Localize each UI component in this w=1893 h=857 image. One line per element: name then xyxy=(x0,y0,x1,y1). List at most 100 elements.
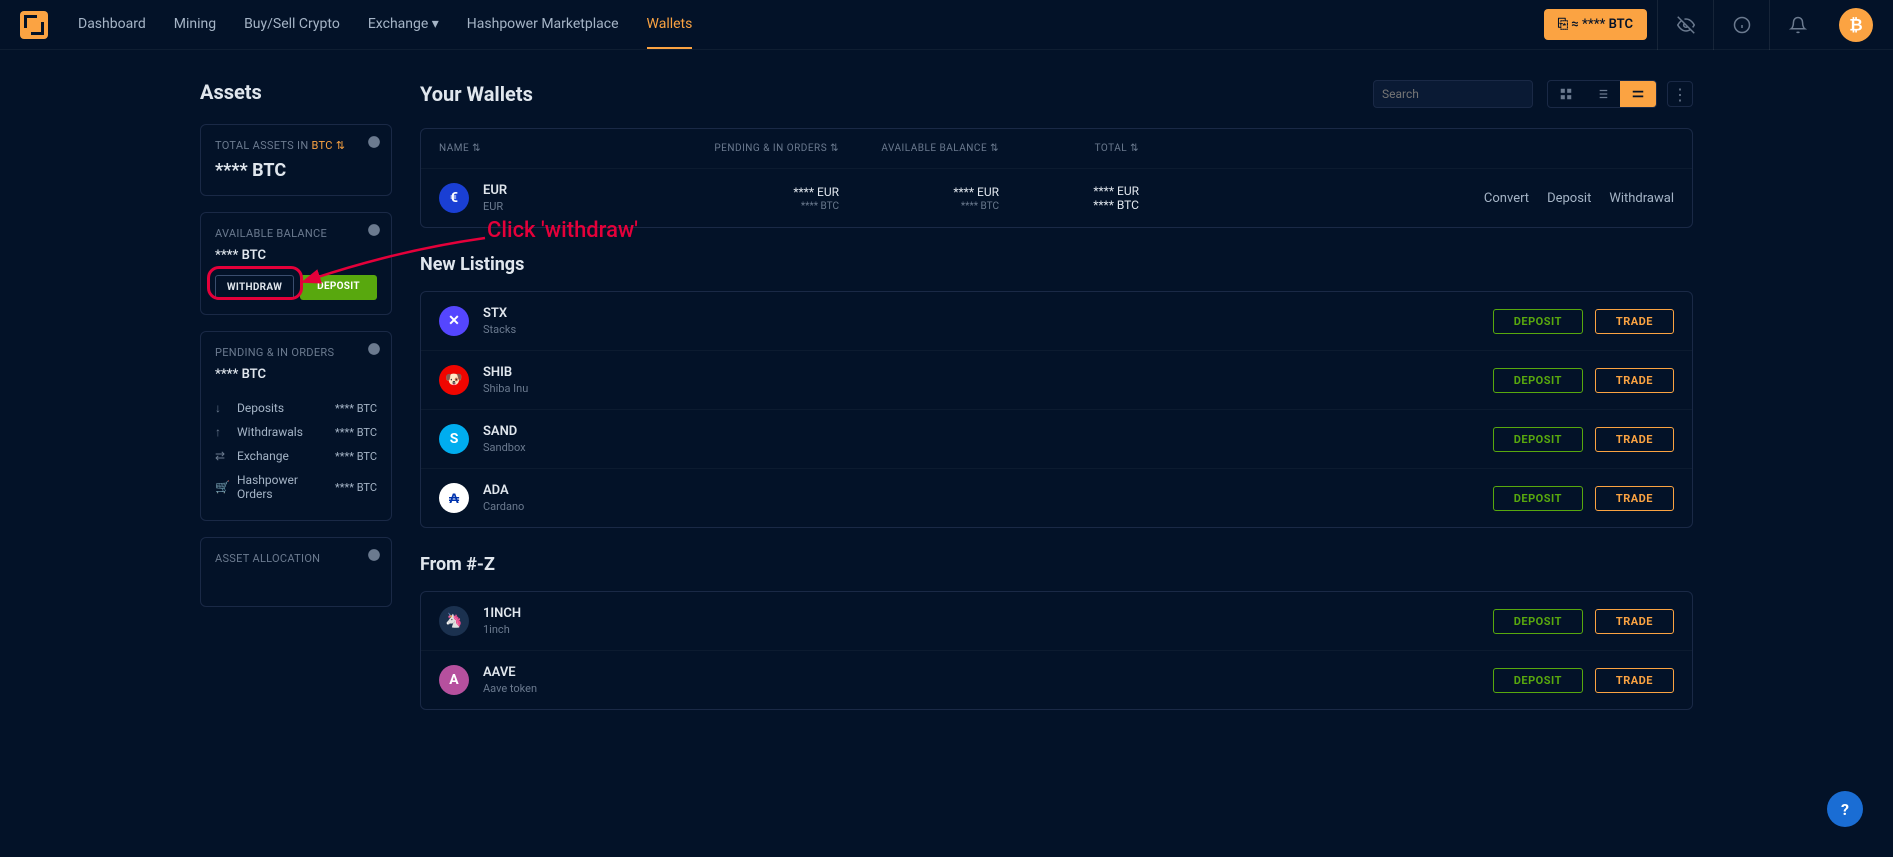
row-label: Withdrawals xyxy=(237,425,335,439)
info-icon[interactable] xyxy=(1713,0,1769,50)
more-menu-button[interactable]: ⋮ xyxy=(1667,81,1693,107)
pending-row: 🛒 Hashpower Orders**** BTC xyxy=(215,468,377,506)
allocation-label: ASSET ALLOCATION xyxy=(215,552,377,565)
row-label: Hashpower Orders xyxy=(237,473,335,501)
row-icon: ⇄ xyxy=(215,449,229,463)
coin-name: Stacks xyxy=(483,323,516,336)
col-name[interactable]: NAME ⇅ xyxy=(439,143,679,154)
action-withdrawal[interactable]: Withdrawal xyxy=(1609,191,1674,206)
row-icon: ↑ xyxy=(215,425,229,439)
btc-balance-button[interactable]: ⎘ ≈ **** BTC xyxy=(1544,9,1647,40)
nav-mining[interactable]: Mining xyxy=(174,1,216,49)
coin-symbol: 1INCH xyxy=(483,606,521,621)
coin-name: 1inch xyxy=(483,623,521,636)
coin-name: Cardano xyxy=(483,500,524,513)
deposit-button[interactable]: DEPOSIT xyxy=(1493,309,1583,334)
total-assets-card: TOTAL ASSETS IN BTC ⇅ **** BTC xyxy=(200,124,392,196)
svg-text:₿: ₿ xyxy=(1849,16,1862,35)
col-available[interactable]: AVAILABLE BALANCE ⇅ xyxy=(839,143,999,154)
wallet-row[interactable]: €EUREUR **** EUR**** BTC **** EUR**** BT… xyxy=(421,168,1692,227)
compact-view-button[interactable] xyxy=(1620,81,1656,107)
wallets-table: NAME ⇅ PENDING & IN ORDERS ⇅ AVAILABLE B… xyxy=(420,128,1693,228)
coin-icon: ₳ xyxy=(439,483,469,513)
deposit-button[interactable]: DEPOSIT xyxy=(1493,368,1583,393)
coin-symbol: ADA xyxy=(483,483,524,498)
new-listings-title: New Listings xyxy=(420,254,1693,275)
available-label: AVAILABLE BALANCE xyxy=(215,227,377,240)
trade-button[interactable]: TRADE xyxy=(1595,309,1674,334)
col-total[interactable]: TOTAL ⇅ xyxy=(999,143,1139,154)
info-icon[interactable] xyxy=(367,342,381,356)
info-icon[interactable] xyxy=(367,548,381,562)
coin-symbol: EUR xyxy=(483,183,507,198)
avatar[interactable]: ₿ xyxy=(1839,8,1873,42)
coin-name: EUR xyxy=(483,200,507,213)
list-view-button[interactable] xyxy=(1584,81,1620,107)
trade-button[interactable]: TRADE xyxy=(1595,427,1674,452)
from-az-title: From #-Z xyxy=(420,554,1693,575)
coin-icon: 🐶 xyxy=(439,365,469,395)
pending-card: PENDING & IN ORDERS **** BTC ↓Deposits**… xyxy=(200,331,392,521)
trade-button[interactable]: TRADE xyxy=(1595,368,1674,393)
pending-amount: **** EUR xyxy=(679,185,839,199)
coin-icon: A xyxy=(439,665,469,695)
trade-button[interactable]: TRADE xyxy=(1595,609,1674,634)
listing-row[interactable]: ✕STXStacks DEPOSITTRADE xyxy=(421,292,1692,350)
coin-symbol: SAND xyxy=(483,424,526,439)
total-amount: **** EUR xyxy=(999,184,1139,198)
listing-row[interactable]: 🦄 1INCH 1inch DEPOSIT TRADE xyxy=(421,592,1692,650)
bell-icon[interactable] xyxy=(1769,0,1825,50)
trade-button[interactable]: TRADE xyxy=(1595,486,1674,511)
info-icon[interactable] xyxy=(367,135,381,149)
row-value: **** BTC xyxy=(335,481,377,494)
total-sub: **** BTC xyxy=(999,198,1139,212)
logo[interactable] xyxy=(20,11,48,39)
help-button[interactable]: ? xyxy=(1827,791,1863,827)
row-value: **** BTC xyxy=(335,402,377,415)
grid-view-button[interactable] xyxy=(1548,81,1584,107)
deposit-button[interactable]: DEPOSIT xyxy=(300,275,377,300)
nav-dashboard[interactable]: Dashboard xyxy=(78,1,146,49)
coin-symbol: AAVE xyxy=(483,665,537,680)
trade-button[interactable]: TRADE xyxy=(1595,668,1674,693)
pending-value: **** BTC xyxy=(215,367,377,382)
new-listings: ✕STXStacks DEPOSITTRADE🐶SHIBShiba Inu DE… xyxy=(420,291,1693,528)
listing-row[interactable]: S SAND Sandbox DEPOSIT TRADE xyxy=(421,409,1692,468)
row-label: Exchange xyxy=(237,449,335,463)
row-icon: 🛒 xyxy=(215,480,229,494)
search-input[interactable] xyxy=(1382,87,1538,101)
coin-icon: € xyxy=(439,183,469,213)
coin-symbol: SHIB xyxy=(483,365,528,380)
info-icon[interactable] xyxy=(367,223,381,237)
from-az-list: 🦄1INCH1inch DEPOSITTRADEAAAVEAave token … xyxy=(420,591,1693,710)
deposit-button[interactable]: DEPOSIT xyxy=(1493,609,1583,634)
avail-sub: **** BTC xyxy=(839,201,999,212)
avail-amount: **** EUR xyxy=(839,185,999,199)
action-convert[interactable]: Convert xyxy=(1484,191,1529,206)
total-currency-toggle[interactable]: BTC ⇅ xyxy=(312,139,346,152)
coin-name: Shiba Inu xyxy=(483,382,528,395)
deposit-button[interactable]: DEPOSIT xyxy=(1493,427,1583,452)
coin-icon: ✕ xyxy=(439,306,469,336)
wallets-title: Your Wallets xyxy=(420,82,1373,106)
nav-exchange-[interactable]: Exchange ▾ xyxy=(368,1,439,49)
action-deposit[interactable]: Deposit xyxy=(1547,191,1591,206)
nav-hashpower-marketplace[interactable]: Hashpower Marketplace xyxy=(467,1,619,49)
coin-icon: 🦄 xyxy=(439,606,469,636)
total-value: **** BTC xyxy=(215,160,377,181)
withdraw-button[interactable]: WITHDRAW xyxy=(215,275,294,300)
listing-row[interactable]: ₳ ADA Cardano DEPOSIT TRADE xyxy=(421,468,1692,527)
deposit-button[interactable]: DEPOSIT xyxy=(1493,668,1583,693)
top-nav: Dashboard Mining Buy/Sell Crypto Exchange ▾… xyxy=(0,0,1893,50)
listing-row[interactable]: AAAVEAave token DEPOSITTRADE xyxy=(421,650,1692,709)
deposit-button[interactable]: DEPOSIT xyxy=(1493,486,1583,511)
hide-balance-icon[interactable] xyxy=(1657,0,1713,50)
search-box[interactable] xyxy=(1373,80,1533,108)
listing-row[interactable]: 🐶 SHIB Shiba Inu DEPOSIT TRADE xyxy=(421,350,1692,409)
nav-wallets[interactable]: Wallets xyxy=(647,1,693,49)
coin-icon: S xyxy=(439,424,469,454)
assets-title: Assets xyxy=(200,80,392,104)
nav-buy-sell-crypto[interactable]: Buy/Sell Crypto xyxy=(244,1,340,49)
coin-name: Sandbox xyxy=(483,441,526,454)
col-pending[interactable]: PENDING & IN ORDERS ⇅ xyxy=(679,143,839,154)
